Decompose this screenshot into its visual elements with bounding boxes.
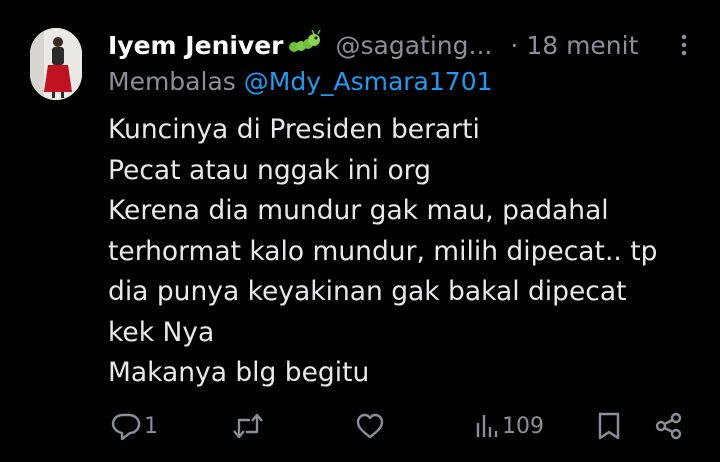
tweet-header: Iyem Jeniver @sagating... · 18 menit bbox=[108, 26, 638, 66]
like-button[interactable] bbox=[355, 404, 387, 448]
timestamp[interactable]: 18 menit bbox=[526, 28, 638, 64]
reply-button[interactable]: 1 bbox=[110, 404, 158, 448]
display-name[interactable]: Iyem Jeniver bbox=[108, 28, 284, 64]
replying-to-mention[interactable]: @Mdy_Asmara1701 bbox=[244, 67, 493, 96]
retweet-icon bbox=[230, 411, 266, 441]
replying-to: Membalas @Mdy_Asmara1701 bbox=[108, 64, 493, 100]
reply-icon bbox=[110, 411, 142, 441]
action-bar: 1 109 bbox=[0, 404, 720, 448]
more-icon[interactable] bbox=[676, 30, 696, 60]
tweet-text-line: terhormat kalo mundur, milih dipecat.. t… bbox=[108, 235, 658, 267]
separator-dot: · bbox=[510, 31, 519, 60]
user-handle[interactable]: @sagating... bbox=[336, 28, 493, 64]
tweet-text-line: kek Nya bbox=[108, 316, 215, 348]
tweet-text-line: dia punya keyakinan gak bakal dipecat bbox=[108, 276, 627, 307]
tweet[interactable]: Iyem Jeniver @sagating... · 18 menit Mem… bbox=[0, 0, 720, 462]
tweet-text-line: Kerena dia mundur gak mau, padahal bbox=[108, 195, 609, 226]
heart-icon bbox=[355, 411, 385, 441]
views-button[interactable]: 109 bbox=[474, 404, 544, 448]
reply-count: 1 bbox=[144, 413, 158, 439]
tweet-text-line: Kuncinya di Presiden berarti bbox=[108, 114, 480, 145]
replying-prefix: Membalas bbox=[108, 67, 236, 96]
tweet-text-line: Pecat atau nggak ini org bbox=[108, 154, 431, 186]
caterpillar-emoji-icon bbox=[288, 28, 322, 64]
views-icon bbox=[474, 411, 500, 441]
bookmark-button[interactable] bbox=[596, 404, 622, 448]
tweet-text-line: Makanya blg begitu bbox=[108, 357, 370, 388]
retweet-button[interactable] bbox=[230, 404, 268, 448]
avatar[interactable] bbox=[30, 28, 82, 100]
views-count: 109 bbox=[502, 413, 544, 439]
share-icon bbox=[654, 411, 684, 441]
share-button[interactable] bbox=[654, 404, 684, 448]
tweet-text: Kuncinya di Presiden berarti Pecat atau … bbox=[108, 110, 708, 394]
bookmark-icon bbox=[596, 411, 622, 441]
